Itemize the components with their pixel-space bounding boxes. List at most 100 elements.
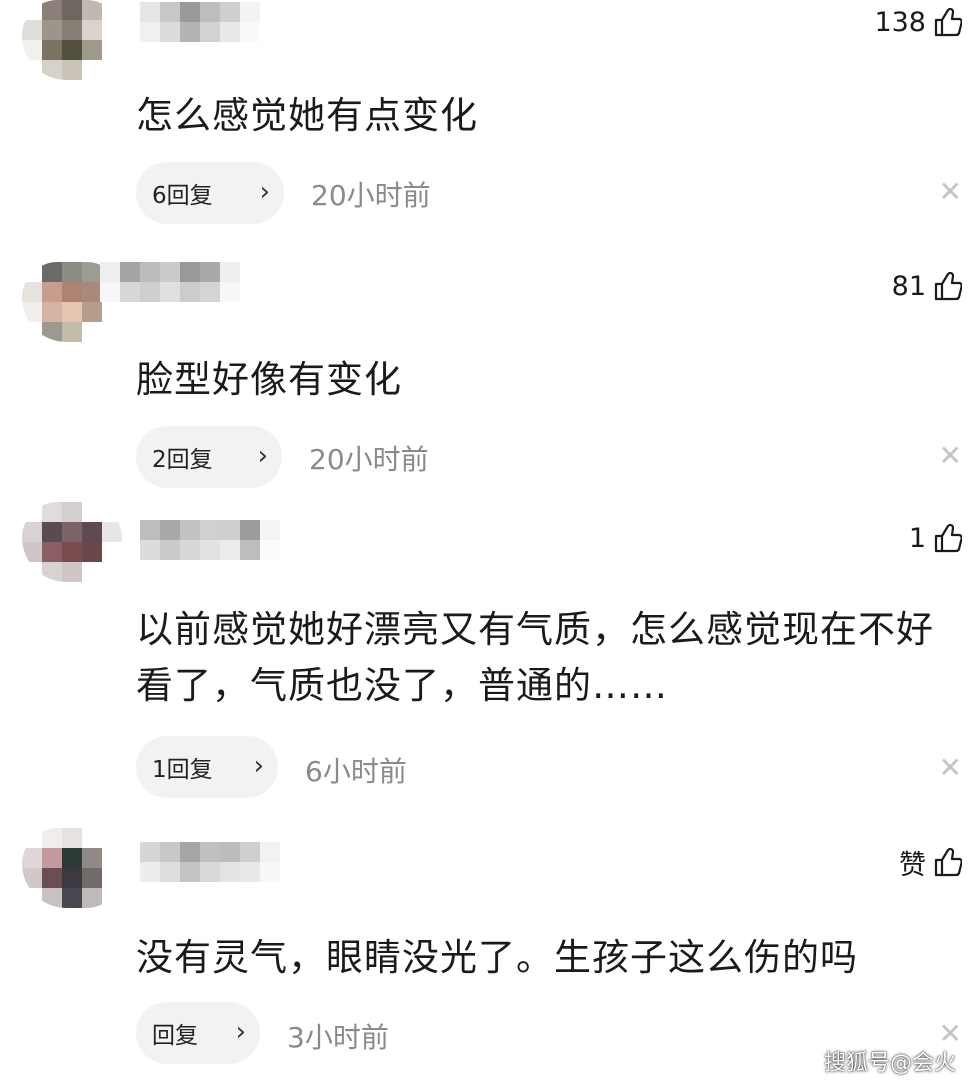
- avatar-mosaic-block: [22, 542, 42, 562]
- reply-button[interactable]: 6回复 ›: [136, 162, 284, 224]
- close-icon[interactable]: ✕: [939, 178, 962, 206]
- avatar-mosaic-block: [102, 562, 122, 582]
- username-mosaic-block: [200, 520, 220, 540]
- username-mosaic-block: [220, 2, 240, 22]
- timestamp: 20小时前: [309, 443, 429, 476]
- avatar-mosaic-block: [42, 542, 62, 562]
- username-mosaic-block: [180, 540, 200, 560]
- thumbs-up-icon[interactable]: [934, 523, 962, 553]
- username-mosaic-block: [200, 262, 220, 282]
- username-mosaic-block: [100, 262, 120, 282]
- avatar[interactable]: [22, 0, 122, 80]
- avatar-mosaic-block: [102, 888, 122, 908]
- chevron-right-icon: ›: [259, 177, 270, 207]
- username-mosaic-block: [140, 282, 160, 302]
- avatar-mosaic-block: [102, 502, 122, 522]
- reply-button[interactable]: 2回复 ›: [136, 426, 282, 488]
- username-mosaic-block: [160, 2, 180, 22]
- username-mosaic-block: [180, 282, 200, 302]
- avatar-mosaic-block: [102, 60, 122, 80]
- avatar-mosaic-block: [22, 60, 42, 80]
- username-mosaic-block: [260, 862, 280, 882]
- reply-button[interactable]: 回复 ›: [136, 1002, 260, 1064]
- avatar-mosaic-block: [82, 40, 102, 60]
- like-count: 1: [908, 522, 926, 554]
- avatar-mosaic-block: [22, 828, 42, 848]
- timestamp: 6小时前: [305, 755, 407, 788]
- thumbs-up-icon[interactable]: [934, 847, 962, 877]
- watermark: 搜狐号@会火: [823, 1051, 956, 1076]
- reply-button[interactable]: 1回复 ›: [136, 736, 278, 798]
- like-button[interactable]: 赞: [899, 844, 962, 881]
- thumbs-up-icon[interactable]: [934, 7, 962, 37]
- username-mosaic-block: [240, 22, 260, 42]
- avatar-mosaic-block: [42, 888, 62, 908]
- username-mosaic-block: [200, 862, 220, 882]
- avatar-mosaic-block: [22, 20, 42, 40]
- username-mosaic-block: [140, 540, 160, 560]
- avatar-mosaic-block: [62, 522, 82, 542]
- avatar-mosaic-block: [62, 502, 82, 522]
- avatar-mosaic-block: [102, 40, 122, 60]
- avatar-mosaic-block: [22, 302, 42, 322]
- like-count: 138: [874, 6, 926, 38]
- username-mosaic-block: [180, 22, 200, 42]
- username-mosaic-block: [260, 842, 280, 862]
- username-mosaic-block: [140, 862, 160, 882]
- username-mosaic-block: [160, 520, 180, 540]
- username-mosaic-block: [260, 520, 280, 540]
- username-mosaic-block: [220, 842, 240, 862]
- avatar-mosaic-block: [62, 868, 82, 888]
- username[interactable]: [100, 262, 240, 306]
- reply-label: 6回复: [152, 183, 213, 209]
- avatar-mosaic-block: [62, 0, 82, 20]
- avatar-mosaic-block: [82, 262, 102, 282]
- username-mosaic-block: [220, 262, 240, 282]
- avatar-mosaic-block: [22, 322, 42, 342]
- like-button[interactable]: 81: [892, 268, 962, 304]
- like-button[interactable]: 1: [909, 520, 962, 556]
- username-mosaic-block: [100, 282, 120, 302]
- avatar-mosaic-block: [82, 848, 102, 868]
- comment-text: 脸型好像有变化: [136, 358, 402, 401]
- username-mosaic-block: [160, 262, 180, 282]
- like-button[interactable]: 138: [874, 4, 962, 40]
- username-mosaic-block: [240, 842, 260, 862]
- avatar-mosaic-block: [62, 828, 82, 848]
- avatar-mosaic-block: [42, 60, 62, 80]
- avatar-mosaic-block: [42, 848, 62, 868]
- username-mosaic-block: [120, 282, 140, 302]
- avatar[interactable]: [22, 828, 122, 908]
- avatar-mosaic-block: [42, 522, 62, 542]
- comment-text: 怎么感觉她有点变化: [136, 94, 478, 137]
- avatar-mosaic-block: [102, 0, 122, 20]
- avatar[interactable]: [22, 502, 122, 582]
- avatar-mosaic-block: [82, 302, 102, 322]
- username-mosaic-block: [160, 282, 180, 302]
- username-mosaic-block: [200, 540, 220, 560]
- like-count: 赞: [899, 849, 926, 881]
- avatar-mosaic-block: [102, 522, 122, 542]
- close-icon[interactable]: ✕: [939, 1020, 962, 1048]
- avatar-mosaic-block: [102, 20, 122, 40]
- avatar-mosaic-block: [62, 562, 82, 582]
- reply-label: 1回复: [152, 757, 213, 783]
- username[interactable]: [140, 2, 260, 46]
- username-mosaic-block: [160, 540, 180, 560]
- reply-label: 回复: [152, 1023, 198, 1049]
- avatar-mosaic-block: [62, 40, 82, 60]
- close-icon[interactable]: ✕: [939, 442, 962, 470]
- avatar-mosaic-block: [22, 282, 42, 302]
- avatar-mosaic-block: [62, 20, 82, 40]
- username-mosaic-block: [140, 2, 160, 22]
- username[interactable]: [140, 842, 280, 886]
- username[interactable]: [140, 520, 280, 564]
- username-mosaic-block: [220, 282, 240, 302]
- avatar-mosaic-block: [82, 322, 102, 342]
- thumbs-up-icon[interactable]: [934, 271, 962, 301]
- username-mosaic-block: [160, 842, 180, 862]
- reply-label: 2回复: [152, 447, 213, 473]
- avatar-mosaic-block: [62, 322, 82, 342]
- avatar-mosaic-block: [82, 542, 102, 562]
- close-icon[interactable]: ✕: [939, 754, 962, 782]
